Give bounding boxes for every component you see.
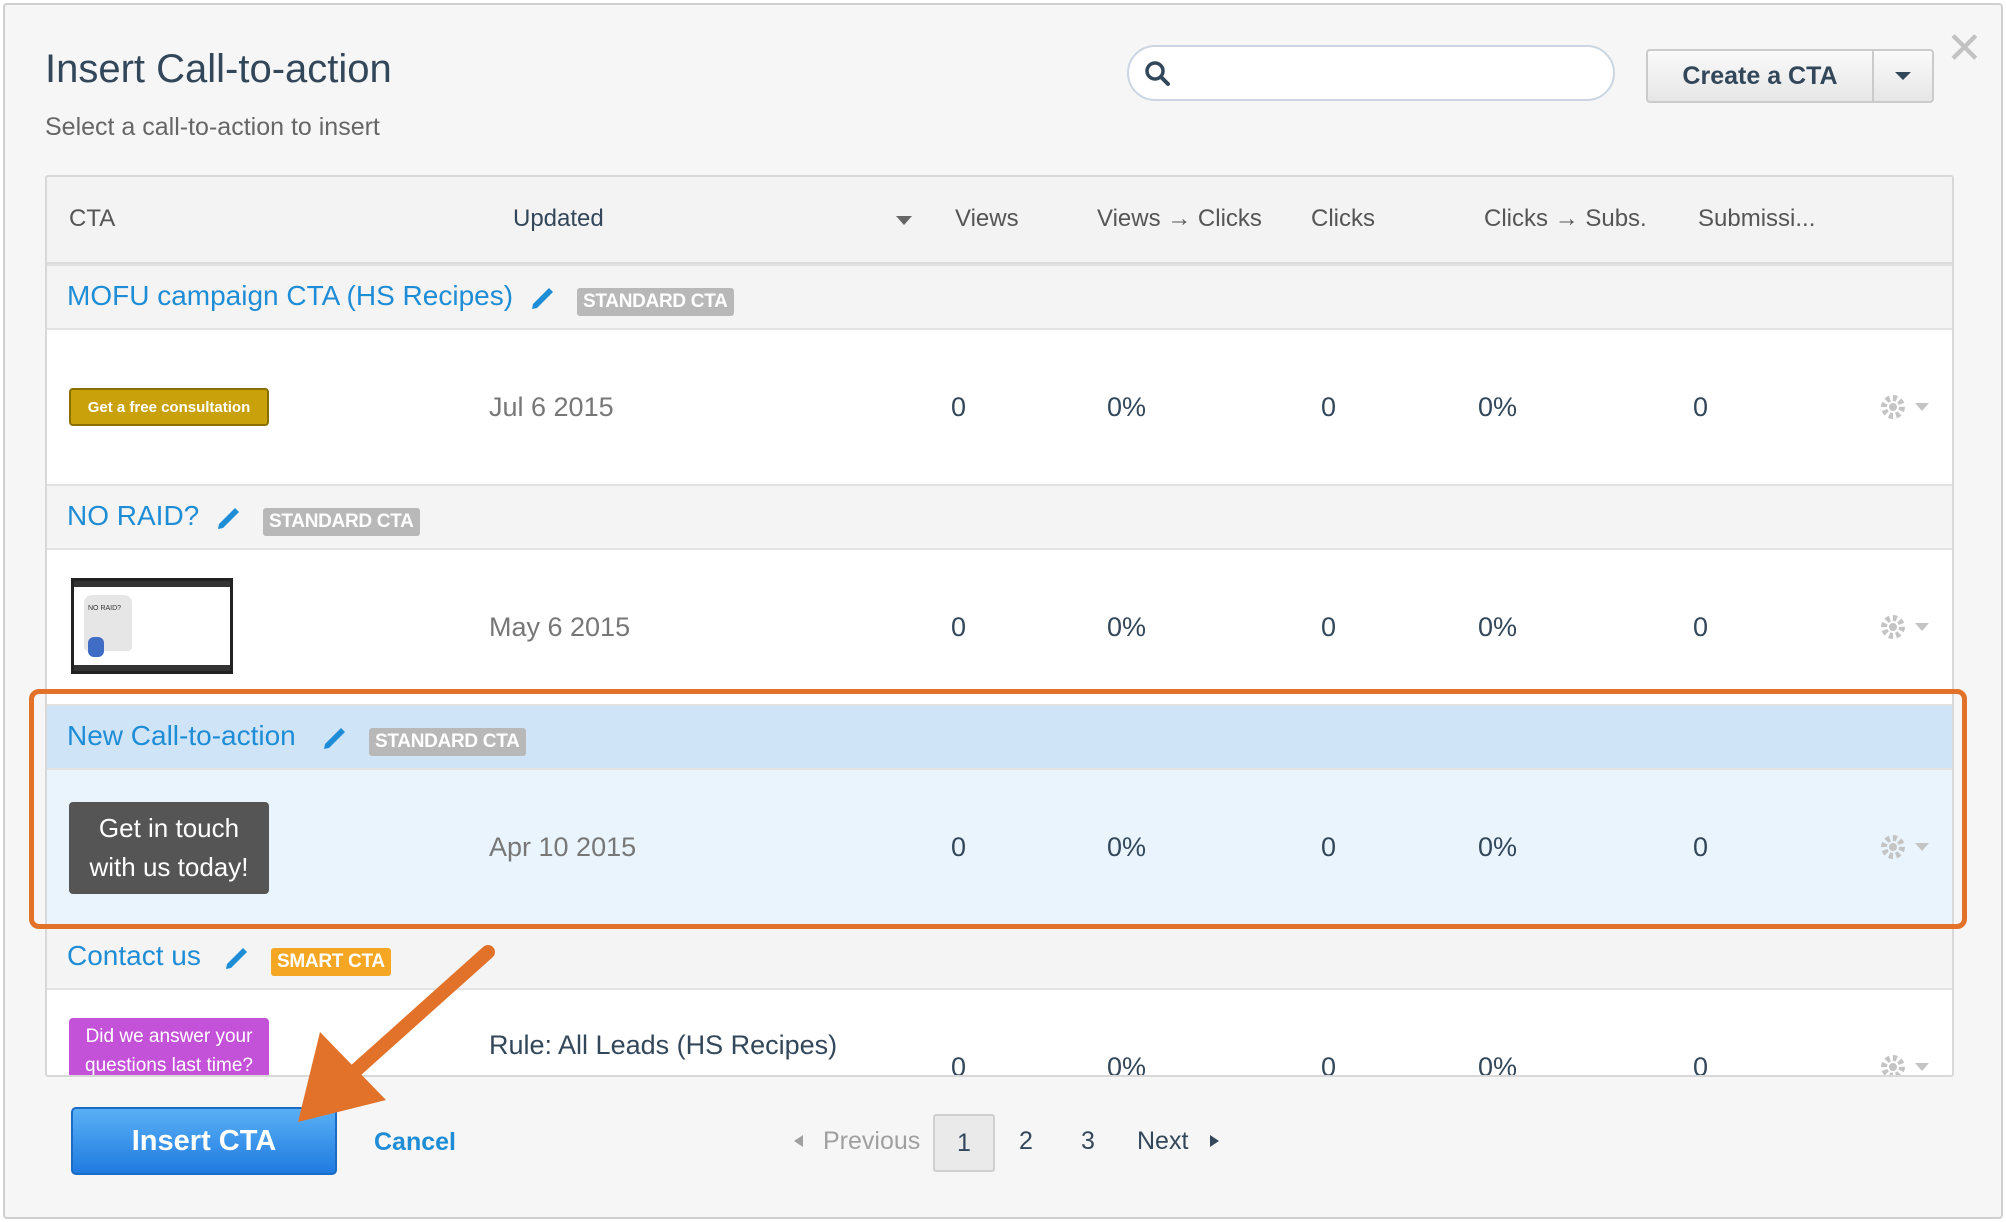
table-row[interactable]: Did we answer your questions last time? … <box>47 990 1952 1077</box>
column-header-submissions[interactable]: Submissi... <box>1698 205 1815 233</box>
table-row-header[interactable]: NO RAID? STANDARD CTA <box>47 484 1952 550</box>
highlight-box <box>29 689 1967 929</box>
sort-caret-icon[interactable] <box>895 215 913 227</box>
pagination-next[interactable]: Next <box>1137 1127 1188 1156</box>
column-header-clicks-subs[interactable]: Clicks → Subs. <box>1484 205 1647 233</box>
clicks-cell: 0 <box>1321 612 1337 642</box>
clicks-subs-cell: 0% <box>1478 392 1518 422</box>
cta-table: CTA Updated Views Views → Clicks Clicks … <box>45 175 1954 1077</box>
pencil-icon[interactable] <box>213 500 245 532</box>
clicks-subs-cell: 0% <box>1478 1052 1518 1077</box>
search-box[interactable] <box>1127 45 1615 101</box>
column-header-updated[interactable]: Updated <box>513 205 604 233</box>
gear-icon[interactable] <box>1879 612 1935 642</box>
table-header: CTA Updated Views Views → Clicks Clicks … <box>47 177 1952 264</box>
preview-image-caption: NO RAID? <box>88 605 122 612</box>
submissions-cell: 0 <box>1693 1052 1709 1077</box>
views-cell: 0 <box>951 1052 967 1077</box>
cta-name-link[interactable]: NO RAID? <box>67 500 199 532</box>
updated-cell: Rule: All Leads (HS Recipes) <box>489 1030 838 1060</box>
views-cell: 0 <box>951 392 967 422</box>
pagination-page[interactable]: 2 <box>1019 1127 1033 1156</box>
insert-cta-dialog: Insert Call-to-action Select a call-to-a… <box>3 3 2003 1219</box>
pagination-page[interactable]: 3 <box>1081 1127 1095 1156</box>
gear-icon[interactable] <box>1879 1052 1935 1077</box>
views-clicks-cell: 0% <box>1107 612 1147 642</box>
updated-cell: Jul 6 2015 <box>489 392 614 422</box>
pencil-icon[interactable] <box>527 280 559 312</box>
dialog-subtitle: Select a call-to-action to insert <box>45 113 380 141</box>
clicks-subs-cell: 0% <box>1478 612 1518 642</box>
search-input[interactable] <box>1185 57 1595 89</box>
cta-type-badge: STANDARD CTA <box>263 508 420 536</box>
dialog-title: Insert Call-to-action <box>45 47 392 91</box>
table-row[interactable]: NO RAID? May 6 2015 0 0% 0 0% 0 <box>47 550 1952 704</box>
clicks-cell: 0 <box>1321 392 1337 422</box>
create-cta-button[interactable]: Create a CTA <box>1646 49 1934 103</box>
chevron-right-icon <box>1210 1135 1219 1147</box>
column-header-views[interactable]: Views <box>955 205 1019 233</box>
cta-name-link[interactable]: Contact us <box>67 940 201 972</box>
pencil-icon[interactable] <box>221 940 253 972</box>
clicks-cell: 0 <box>1321 1052 1337 1077</box>
cta-type-badge: STANDARD CTA <box>577 288 734 316</box>
cancel-link[interactable]: Cancel <box>374 1128 456 1157</box>
table-row[interactable]: Get a free consultation Jul 6 2015 0 0% … <box>47 330 1952 484</box>
pagination-page-current[interactable]: 1 <box>933 1114 995 1172</box>
cta-preview: Get a free consultation <box>69 388 269 426</box>
column-header-clicks[interactable]: Clicks <box>1311 205 1375 233</box>
submissions-cell: 0 <box>1693 612 1709 642</box>
cta-type-badge: SMART CTA <box>271 948 391 976</box>
views-clicks-cell: 0% <box>1107 1052 1147 1077</box>
cta-preview-image: NO RAID? <box>71 578 233 674</box>
create-cta-dropdown-toggle[interactable] <box>1874 51 1932 101</box>
views-cell: 0 <box>951 612 967 642</box>
chevron-down-icon <box>1895 72 1911 80</box>
cta-preview-line: questions last time? <box>85 1055 253 1076</box>
table-row-header[interactable]: MOFU campaign CTA (HS Recipes) STANDARD … <box>47 264 1952 330</box>
cta-name-link[interactable]: MOFU campaign CTA (HS Recipes) <box>67 280 513 312</box>
submissions-cell: 0 <box>1693 392 1709 422</box>
chevron-left-icon <box>794 1135 803 1147</box>
gear-icon[interactable] <box>1879 392 1935 422</box>
search-icon <box>1145 61 1170 86</box>
cta-preview-line: Did we answer your <box>85 1026 253 1047</box>
column-header-cta[interactable]: CTA <box>69 205 115 233</box>
table-row-header[interactable]: Contact us SMART CTA <box>47 924 1952 990</box>
views-clicks-cell: 0% <box>1107 392 1147 422</box>
close-icon[interactable]: ✕ <box>1946 27 1983 71</box>
insert-cta-button[interactable]: Insert CTA <box>71 1107 337 1175</box>
pagination-previous[interactable]: Previous <box>823 1127 920 1156</box>
updated-cell: May 6 2015 <box>489 612 631 642</box>
create-cta-label[interactable]: Create a CTA <box>1648 51 1874 101</box>
column-header-views-clicks[interactable]: Views → Clicks <box>1097 205 1262 233</box>
cta-preview: Did we answer your questions last time? <box>69 1018 269 1076</box>
